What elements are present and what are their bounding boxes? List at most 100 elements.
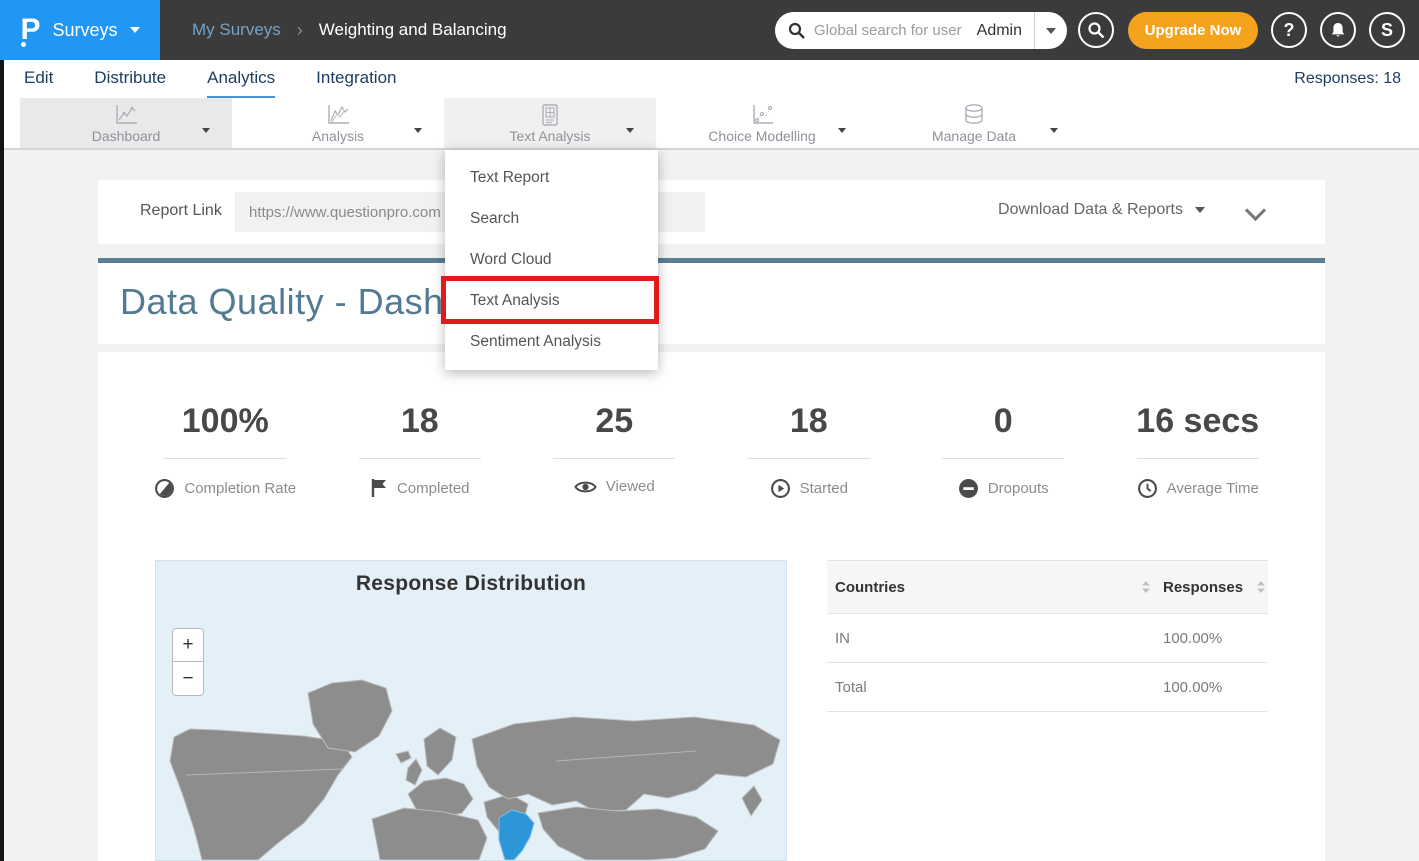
continent-asia	[472, 717, 780, 812]
stat-value: 18	[790, 402, 828, 441]
responses-cell: 100.00%	[1163, 679, 1268, 696]
responses-count: Responses: 18	[1294, 60, 1401, 98]
upgrade-now-button[interactable]: Upgrade Now	[1128, 12, 1258, 49]
breadcrumb-my-surveys[interactable]: My Surveys	[192, 20, 281, 40]
help-button[interactable]: ?	[1271, 12, 1307, 48]
country-in[interactable]	[499, 810, 534, 860]
divider	[1137, 458, 1259, 459]
breadcrumb-separator-icon: ›	[297, 20, 303, 41]
stat-label: Dropouts	[988, 480, 1049, 497]
divider	[553, 458, 675, 459]
countries-table: Countries Responses IN 100.00% Total 100…	[827, 560, 1268, 712]
menu-item-word-cloud[interactable]: Word Cloud	[445, 239, 658, 280]
minus-circle-icon	[958, 478, 979, 499]
breadcrumb-current: Weighting and Balancing	[319, 20, 507, 40]
nav-tab-distribute[interactable]: Distribute	[94, 60, 166, 98]
logo-p-icon: P	[20, 15, 40, 45]
menu-item-search[interactable]: Search	[445, 198, 658, 239]
toolbar-tab-label: Text Analysis	[510, 128, 591, 144]
stat-label: Started	[800, 480, 848, 497]
clock-icon	[1137, 478, 1158, 499]
breadcrumb: My Surveys › Weighting and Balancing	[192, 0, 507, 60]
menu-item-text-analysis[interactable]: Text Analysis	[445, 280, 658, 321]
eye-icon	[574, 479, 597, 495]
chevron-down-icon	[1050, 120, 1058, 138]
database-icon	[962, 103, 986, 127]
dashboard-panel: 100% Completion Rate 18 Completed 25 Vie…	[98, 352, 1325, 861]
report-link-bar: Report Link Download Data & Reports	[98, 180, 1325, 244]
menu-item-text-report[interactable]: Text Report	[445, 157, 658, 198]
search-button[interactable]	[1078, 12, 1114, 48]
scatter-chart-icon	[749, 103, 775, 127]
question-mark-icon: ?	[1284, 20, 1295, 41]
toolbar-tab-choice-modelling[interactable]: Choice Modelling	[656, 98, 868, 148]
search-scope-dropdown[interactable]	[1035, 28, 1067, 34]
column-header-responses[interactable]: Responses	[1163, 579, 1268, 596]
zoom-in-button[interactable]: +	[172, 628, 204, 662]
divider	[359, 458, 481, 459]
toolbar-tab-label: Manage Data	[932, 128, 1016, 144]
document-grid-icon	[539, 103, 561, 127]
island-japan	[742, 786, 762, 816]
chevron-down-icon	[626, 120, 634, 138]
text-analysis-menu: Text Report Search Word Cloud Text Analy…	[445, 150, 658, 370]
stat-value: 25	[595, 402, 633, 441]
play-circle-icon	[770, 478, 791, 499]
sort-icon	[1141, 580, 1151, 594]
toolbar-tab-manage-data[interactable]: Manage Data	[868, 98, 1080, 148]
search-icon	[1087, 21, 1105, 39]
nav-tab-integration[interactable]: Integration	[316, 60, 396, 98]
column-header-countries[interactable]: Countries	[827, 579, 1163, 596]
region-southeast-asia	[538, 807, 718, 860]
chevron-down-icon	[414, 120, 422, 138]
stat-average-time: 16 secs Average Time	[1101, 402, 1296, 499]
toolbar-tab-analysis[interactable]: Analysis	[232, 98, 444, 148]
stat-dropouts: 0 Dropouts	[906, 402, 1101, 499]
divider	[164, 458, 286, 459]
search-icon	[788, 22, 805, 39]
avatar[interactable]: S	[1369, 12, 1405, 48]
response-distribution-map[interactable]: Response Distribution + −	[155, 560, 787, 861]
product-name: Surveys	[52, 20, 117, 41]
divider	[942, 458, 1064, 459]
nav-tab-edit[interactable]: Edit	[24, 60, 53, 98]
table-header: Countries Responses	[827, 560, 1268, 614]
world-map[interactable]	[156, 561, 786, 860]
toolbar-tab-dashboard[interactable]: Dashboard	[20, 98, 232, 148]
menu-item-sentiment-analysis[interactable]: Sentiment Analysis	[445, 321, 658, 362]
nav-tab-analytics[interactable]: Analytics	[207, 60, 275, 98]
search-scope-label: Admin	[977, 22, 1022, 40]
chevron-down-icon	[1195, 207, 1205, 213]
page-heading-panel: Data Quality - Dashboard	[98, 258, 1325, 344]
stat-started: 18 Started	[712, 402, 907, 499]
column-label: Countries	[835, 579, 905, 596]
continent-north-america	[170, 729, 352, 860]
zoom-out-button[interactable]: −	[172, 662, 204, 696]
chevron-down-icon	[1046, 28, 1056, 34]
stat-value: 0	[994, 402, 1013, 441]
chevron-down-icon	[202, 120, 210, 138]
table-row: Total 100.00%	[827, 663, 1268, 712]
report-link-label: Report Link	[140, 202, 222, 220]
toolbar-tab-text-analysis[interactable]: Text Analysis	[444, 98, 656, 148]
global-search-input[interactable]	[814, 22, 973, 39]
region-scandinavia	[424, 728, 456, 775]
column-label: Responses	[1163, 579, 1243, 596]
toolbar-tab-label: Dashboard	[92, 128, 161, 144]
half-circle-icon	[154, 478, 175, 499]
app-logo[interactable]: P Surveys	[0, 0, 160, 60]
country-cell: IN	[827, 630, 1163, 647]
stat-viewed: 25 Viewed	[517, 402, 712, 499]
line-chart-icon	[113, 103, 139, 127]
table-row: IN 100.00%	[827, 614, 1268, 663]
area-chart-icon	[325, 103, 351, 127]
notifications-button[interactable]	[1320, 12, 1356, 48]
stat-value: 16 secs	[1136, 402, 1259, 441]
download-label: Download Data & Reports	[998, 201, 1183, 219]
nav-items: Edit Distribute Analytics Integration	[24, 60, 396, 98]
stat-label: Completed	[397, 480, 470, 497]
toolbar-tab-label: Choice Modelling	[708, 128, 815, 144]
download-data-reports-dropdown[interactable]: Download Data & Reports	[998, 201, 1205, 219]
stat-completed: 18 Completed	[323, 402, 518, 499]
collapse-chevron-icon[interactable]	[1247, 202, 1263, 218]
